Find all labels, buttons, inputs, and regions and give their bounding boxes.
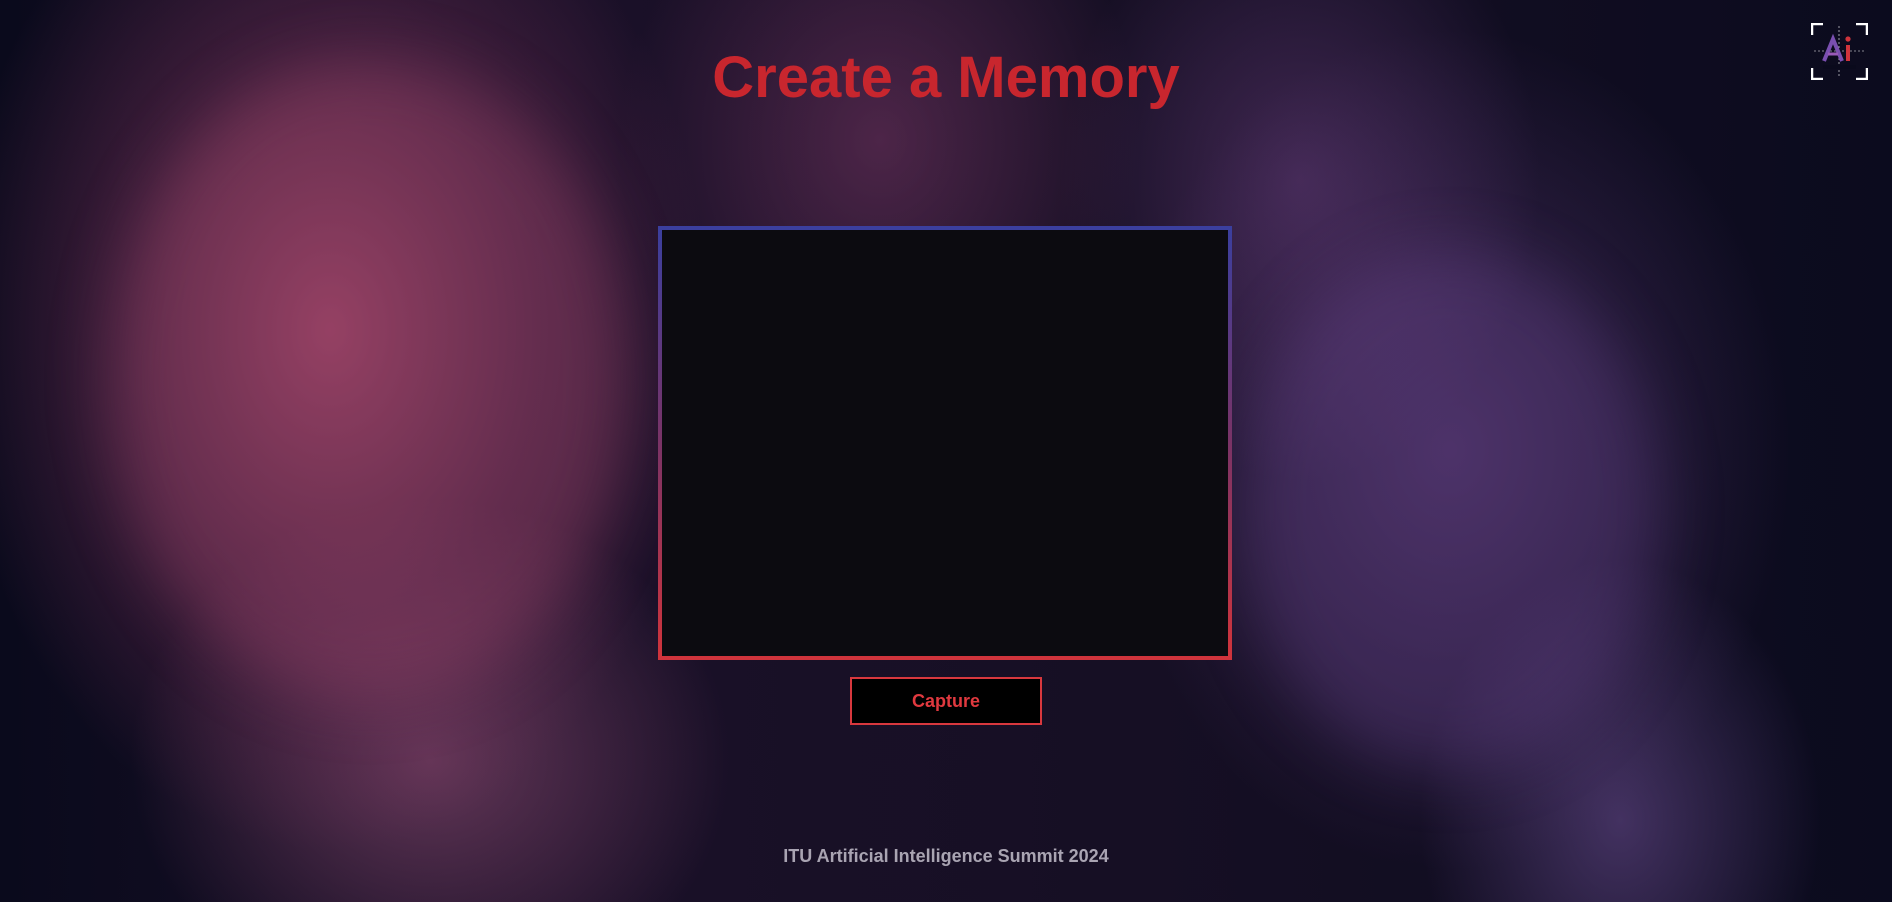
camera-preview xyxy=(658,226,1232,660)
page-title: Create a Memory xyxy=(712,45,1180,110)
background-neural-blur xyxy=(1240,250,1660,770)
background-face-blur xyxy=(110,60,630,700)
capture-button[interactable]: Capture xyxy=(850,677,1042,725)
background-stage: Create a Memory Capture ITU Artificial I… xyxy=(0,0,1892,902)
ai-logo-icon xyxy=(1810,22,1869,81)
footer-text: ITU Artificial Intelligence Summit 2024 xyxy=(783,846,1109,866)
